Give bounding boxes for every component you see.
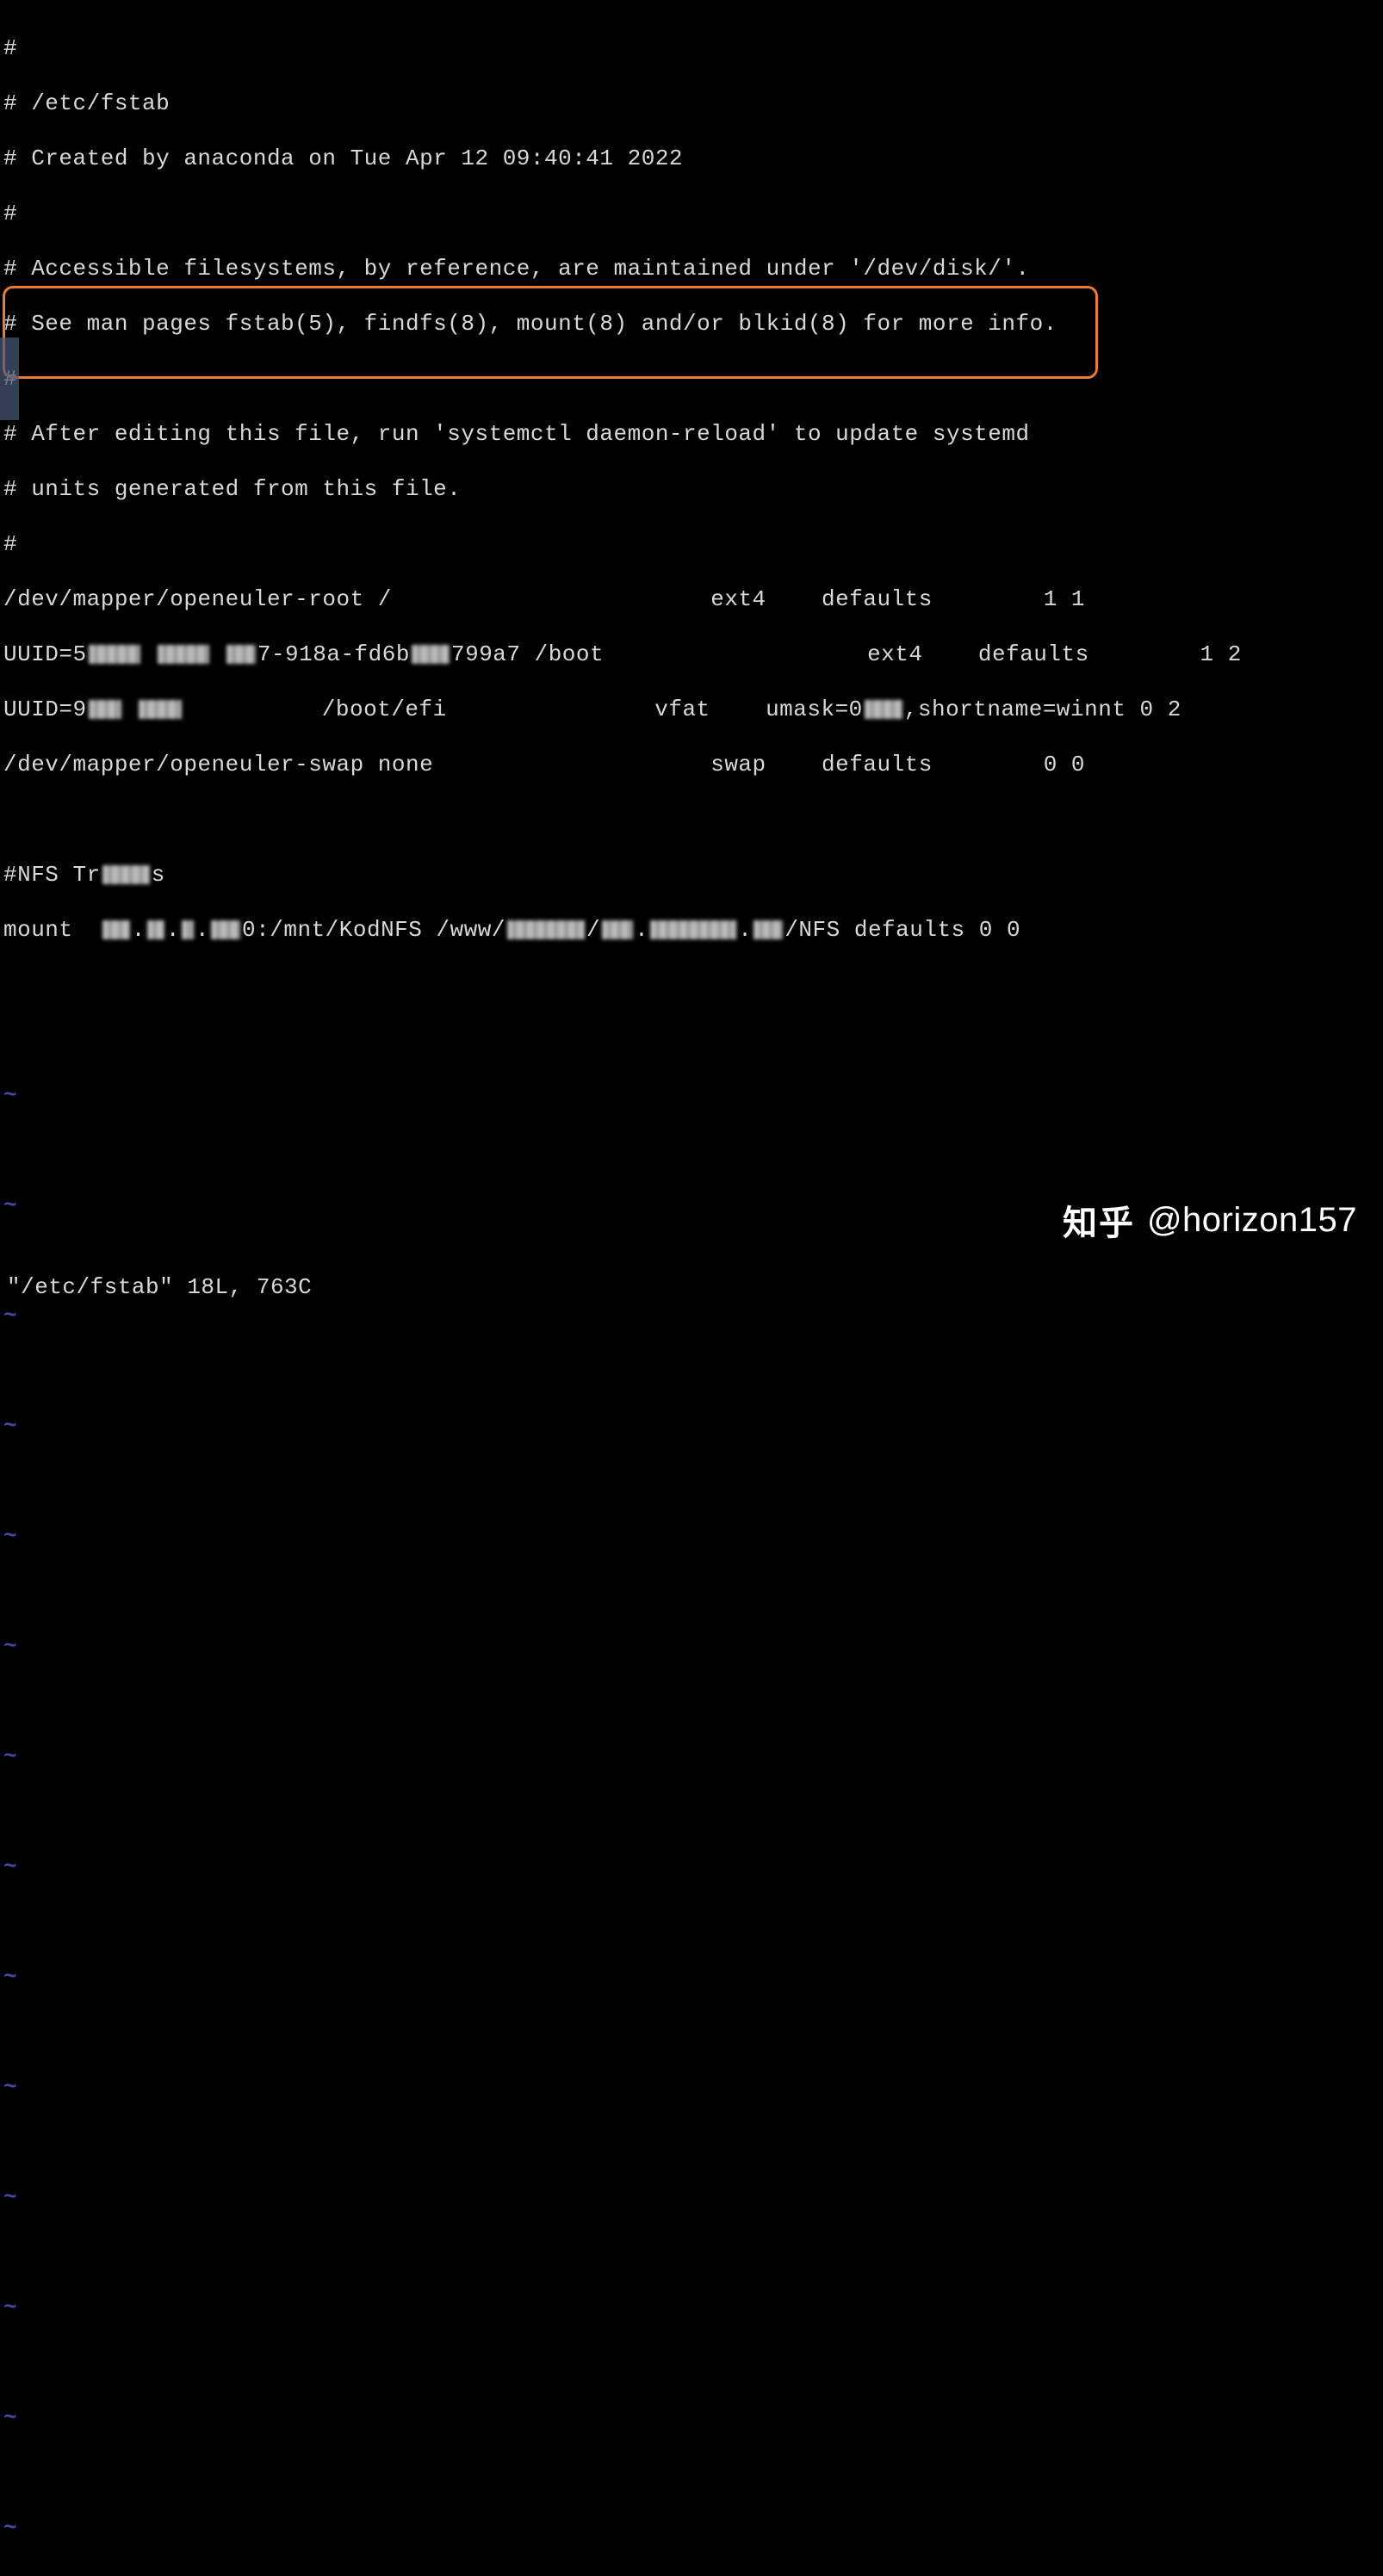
vim-status-line: "/etc/fstab" 18L, 763C <box>7 1274 312 1300</box>
mount-path: 0:/mnt/KodNFS /www/ <box>242 917 505 943</box>
fstab-uuid-mid: 7-918a-fd6b <box>257 641 410 667</box>
vim-tilde-line: ~ <box>3 2514 1380 2542</box>
file-line-blank <box>3 2349 1380 2376</box>
file-line: # <box>3 365 1380 393</box>
censored-text <box>865 700 902 719</box>
file-line-blank <box>3 1136 1380 1164</box>
vim-tilde-line: ~ <box>3 1963 1380 1991</box>
vim-tilde-line: ~ <box>3 1081 1380 1109</box>
vim-tilde-line: ~ <box>3 2073 1380 2101</box>
gutter-marker <box>0 337 19 365</box>
zhihu-logo-icon: 知乎 <box>1063 1195 1135 1245</box>
file-line: #NFS Tr s <box>3 861 1380 889</box>
file-line: UUID=5 7-918a-fd6b 799a7 /boot ext4 defau… <box>3 641 1380 668</box>
file-line-blank <box>3 971 1380 999</box>
nfs-comment-suffix: s <box>152 862 165 888</box>
file-line: # See man pages fstab(5), findfs(8), mou… <box>3 310 1380 337</box>
censored-text <box>102 920 130 939</box>
file-line: /dev/mapper/openeuler-swap none swap def… <box>3 751 1380 778</box>
file-line-blank <box>3 2459 1380 2486</box>
watermark-username: @horizon157 <box>1147 1201 1357 1240</box>
censored-text <box>754 920 783 939</box>
censored-text <box>158 645 209 664</box>
file-line-blank <box>3 1247 1380 1274</box>
file-line: # <box>3 34 1380 62</box>
fstab-entry-device: /dev/mapper/openeuler-root / <box>3 586 392 612</box>
censored-text <box>650 920 736 939</box>
fstab-uuid-suffix: 799a7 /boot <box>451 641 604 667</box>
file-line-blank <box>3 1357 1380 1384</box>
censored-text <box>102 865 150 884</box>
file-line-blank <box>3 1798 1380 1825</box>
fstab-uuid-prefix: UUID=5 <box>3 641 87 667</box>
file-line-blank <box>3 806 1380 833</box>
vim-tilde-line: ~ <box>3 2404 1380 2431</box>
fstab-entry-opts: ,shortname=winnt 0 2 <box>904 697 1181 722</box>
file-line: # After editing this file, run 'systemct… <box>3 420 1380 448</box>
nfs-comment: #NFS Tr <box>3 862 101 888</box>
fstab-entry-opts: ext4 defaults 1 1 <box>710 586 1085 612</box>
censored-text <box>147 920 164 939</box>
vim-tilde-line: ~ <box>3 1632 1380 1660</box>
vim-tilde-line: ~ <box>3 2294 1380 2321</box>
file-line-blank <box>3 1467 1380 1495</box>
watermark: 知乎 @horizon157 <box>1063 1195 1357 1245</box>
file-line: # units generated from this file. <box>3 475 1380 503</box>
file-line-blank <box>3 2018 1380 2046</box>
censored-text <box>226 645 256 664</box>
mount-cmd: mount <box>3 917 101 943</box>
mount-opts: /NFS defaults 0 0 <box>785 917 1020 943</box>
vim-tilde-line: ~ <box>3 1522 1380 1550</box>
file-line: # /etc/fstab <box>3 90 1380 117</box>
file-line-blank <box>3 1687 1380 1715</box>
file-line: # Accessible filesystems, by reference, … <box>3 255 1380 282</box>
censored-text <box>139 700 182 719</box>
file-line: UUID=9 /boot/efi vfat umask=0 ,shortname=… <box>3 696 1380 723</box>
censored-text <box>182 920 194 939</box>
vim-tilde-line: ~ <box>3 1302 1380 1329</box>
file-line: /dev/mapper/openeuler-root / ext4 defaul… <box>3 585 1380 613</box>
file-line-blank <box>3 2128 1380 2156</box>
file-line-blank <box>3 1026 1380 1054</box>
fstab-entry-fstype: vfat umask=0 <box>654 697 863 722</box>
fstab-mount-point: /boot/efi <box>322 697 447 722</box>
vim-tilde-line: ~ <box>3 2183 1380 2211</box>
censored-text <box>602 920 633 939</box>
censored-text <box>507 920 585 939</box>
gutter-marker <box>0 393 19 420</box>
censored-text <box>89 700 121 719</box>
file-line: # <box>3 530 1380 558</box>
vim-tilde-line: ~ <box>3 1853 1380 1880</box>
fstab-entry-opts: ext4 defaults 1 2 <box>867 641 1242 667</box>
file-line: # Created by anaconda on Tue Apr 12 09:4… <box>3 145 1380 172</box>
fstab-uuid-prefix: UUID=9 <box>3 697 87 722</box>
gutter-marker <box>0 365 19 393</box>
file-line: # <box>3 200 1380 227</box>
censored-text <box>211 920 240 939</box>
file-line-blank <box>3 1908 1380 1935</box>
file-line-blank <box>3 1577 1380 1605</box>
censored-text <box>89 645 140 664</box>
censored-text <box>412 645 450 664</box>
vim-tilde-line: ~ <box>3 1412 1380 1440</box>
file-line-blank <box>3 2239 1380 2266</box>
file-line: mount ...0:/mnt/KodNFS /www//../NFS defa… <box>3 916 1380 944</box>
vim-tilde-line: ~ <box>3 1743 1380 1770</box>
